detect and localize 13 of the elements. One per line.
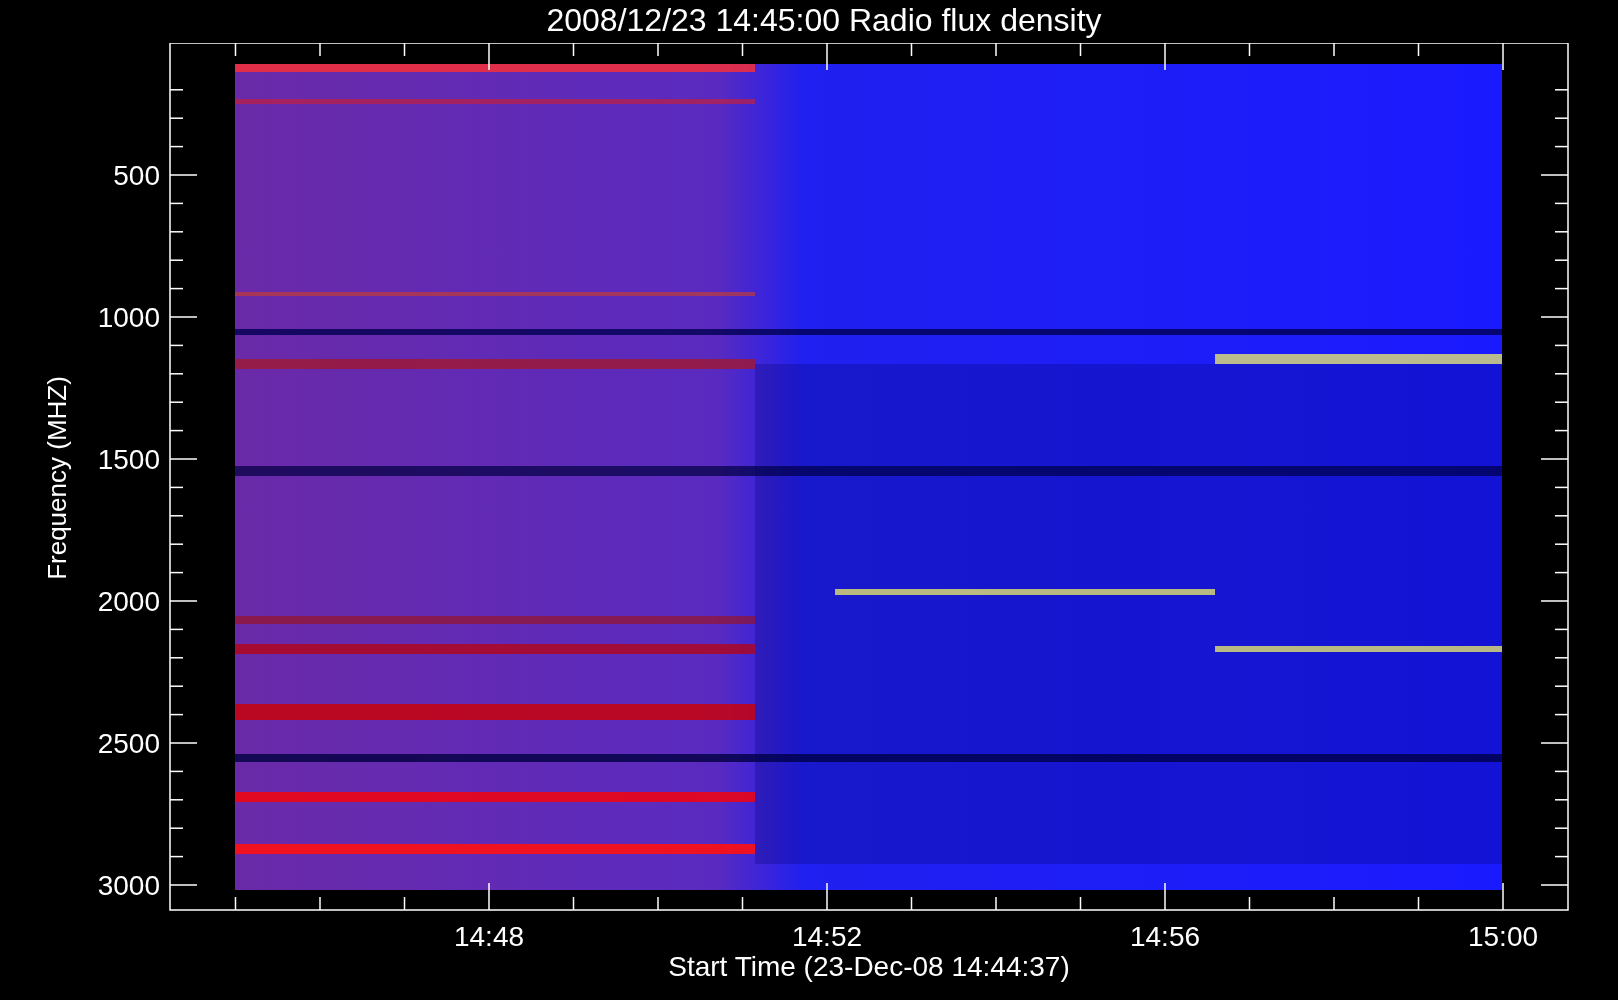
plot-title: 2008/12/23 14:45:00 Radio flux density xyxy=(545,1,1102,40)
y-tick-label: 1000 xyxy=(97,302,160,333)
x-tick-label: 14:48 xyxy=(453,921,525,952)
x-axis-label: Start Time (23-Dec-08 14:44:37) xyxy=(668,951,1070,982)
x-tick-label: 14:56 xyxy=(1129,921,1201,952)
x-tick-label: 15:00 xyxy=(1467,921,1539,952)
y-axis-label: Frequency (MHZ) xyxy=(42,376,72,580)
y-tick-label: 3000 xyxy=(97,870,160,901)
y-tick-label: 1500 xyxy=(97,444,160,475)
y-tick-label: 500 xyxy=(113,160,160,191)
y-tick-label: 2500 xyxy=(97,728,160,759)
y-tick-label: 2000 xyxy=(97,586,160,617)
x-tick-label: 14:52 xyxy=(791,921,863,952)
